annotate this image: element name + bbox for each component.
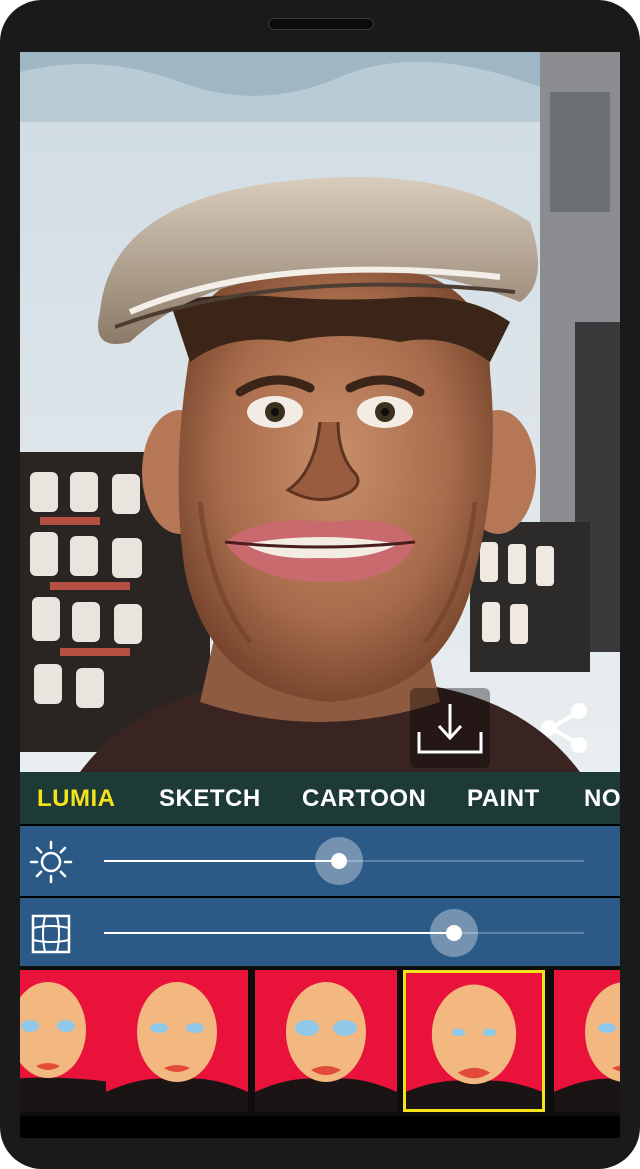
- mannequin-face-icon: [106, 982, 248, 1112]
- preset-thumbnail[interactable]: [554, 970, 620, 1112]
- brightness-track[interactable]: [104, 837, 584, 885]
- warp-grid-icon: [31, 914, 71, 954]
- brightness-fill: [104, 860, 340, 862]
- brightness-slider-row: [20, 826, 620, 896]
- preset-strip: [20, 966, 620, 1116]
- distortion-slider-row: [20, 898, 620, 968]
- tab-cartoon[interactable]: CARTOON: [302, 772, 426, 824]
- download-button[interactable]: [410, 688, 490, 768]
- sun-icon: [29, 840, 73, 884]
- speaker-grille: [268, 18, 374, 30]
- mannequin-face-icon: [255, 982, 397, 1112]
- tab-lumia[interactable]: LUMIA: [37, 772, 115, 824]
- share-button[interactable]: [525, 688, 605, 768]
- mannequin-face-icon: [20, 982, 112, 1112]
- phone-frame: LUMIA SKETCH CARTOON PAINT NO: [0, 0, 640, 1169]
- mannequin-face-icon: [406, 984, 542, 1109]
- photo-actions: [20, 52, 620, 772]
- tab-no[interactable]: NO: [584, 772, 620, 824]
- preset-thumbnail-selected[interactable]: [403, 970, 545, 1112]
- preset-thumbnail[interactable]: [106, 970, 248, 1112]
- preset-thumbnail[interactable]: [20, 970, 112, 1112]
- distortion-track[interactable]: [104, 909, 584, 957]
- share-icon: [541, 703, 587, 753]
- preset-thumbnail[interactable]: [255, 970, 397, 1112]
- app-screen: LUMIA SKETCH CARTOON PAINT NO: [20, 52, 620, 1138]
- mannequin-face-icon: [554, 982, 620, 1112]
- tab-paint[interactable]: PAINT: [467, 772, 540, 824]
- tab-sketch[interactable]: SKETCH: [159, 772, 261, 824]
- distortion-fill: [104, 932, 455, 934]
- download-icon: [417, 704, 483, 754]
- style-tabs: LUMIA SKETCH CARTOON PAINT NO: [20, 772, 620, 824]
